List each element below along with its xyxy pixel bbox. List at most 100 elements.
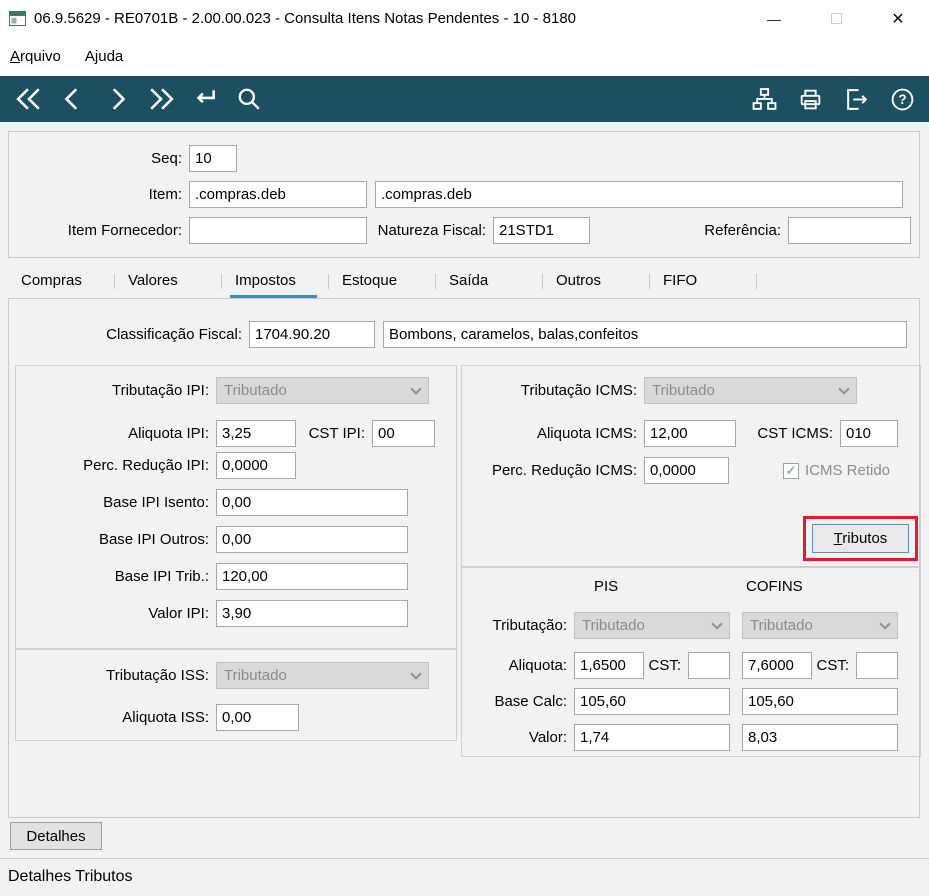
icms-retido-checkbox-wrap: ✓ ICMS Retido: [783, 462, 890, 479]
maximize-button[interactable]: [805, 0, 867, 37]
chevron-down-icon: [879, 618, 891, 630]
pis-base-input[interactable]: [574, 688, 730, 715]
base-calc-label: Base Calc:: [494, 693, 567, 710]
tributacao-icms-label: Tributação ICMS:: [520, 382, 637, 399]
pis-tributacao-dropdown: Tributado: [574, 612, 730, 639]
menu-bar: Arquivo Ajuda: [0, 37, 929, 76]
seq-label: Seq:: [151, 150, 182, 167]
referencia-input[interactable]: [788, 217, 911, 244]
detalhes-button[interactable]: Detalhes: [10, 822, 102, 850]
cst-icms-input[interactable]: [840, 420, 898, 447]
valor-ipi-input[interactable]: [216, 600, 408, 627]
record-header-box: Seq: Item: Item Fornecedor: Natureza Fis…: [8, 131, 920, 258]
annotation-highlight: Tributos: [803, 516, 918, 561]
close-button[interactable]: ✕: [867, 0, 929, 37]
aliquota-iss-input[interactable]: [216, 704, 299, 731]
valor-label: Valor:: [528, 729, 567, 746]
tab-estoque[interactable]: Estoque: [329, 266, 436, 298]
valor-ipi-label: Valor IPI:: [148, 605, 209, 622]
menu-arquivo[interactable]: Arquivo: [0, 38, 73, 76]
cst-ipi-label: CST IPI:: [308, 425, 365, 442]
aliquota-icms-input[interactable]: [644, 420, 736, 447]
cofins-tributacao-dropdown: Tributado: [742, 612, 898, 639]
cst-ipi-input[interactable]: [372, 420, 435, 447]
perc-reducao-icms-input[interactable]: [644, 457, 729, 484]
pis-valor-input[interactable]: [574, 724, 730, 751]
ipi-panel: Tributação IPI: Tributado Aliquota IPI: …: [15, 365, 457, 649]
pis-aliquota-input[interactable]: [574, 652, 644, 679]
pis-cst-label: CST:: [648, 657, 681, 674]
chevron-down-icon: [711, 618, 723, 630]
tab-compras[interactable]: Compras: [8, 266, 115, 298]
item-row: Item:: [9, 181, 919, 208]
seq-input[interactable]: [189, 145, 237, 172]
svg-text:?: ?: [898, 92, 906, 107]
icms-retido-checkbox: ✓: [783, 462, 799, 479]
item-fornecedor-input[interactable]: [189, 217, 367, 244]
pis-cofins-panel: PIS COFINS Tributação: Tributado Tributa…: [461, 567, 921, 757]
chevron-down-icon: [410, 668, 422, 680]
window-title: 06.9.5629 - RE0701B - 2.00.00.023 - Cons…: [34, 10, 577, 27]
tributacao-label: Tributação:: [492, 617, 567, 634]
natureza-fiscal-input[interactable]: [493, 217, 590, 244]
search-icon[interactable]: [234, 84, 264, 114]
natureza-fiscal-label: Natureza Fiscal:: [377, 222, 486, 239]
classificacao-desc-input[interactable]: [383, 321, 907, 348]
aliquota-ipi-input[interactable]: [216, 420, 296, 447]
item-desc-input[interactable]: [375, 181, 903, 208]
last-record-icon[interactable]: [146, 84, 176, 114]
icms-panel: Tributação ICMS: Tributado Aliquota ICMS…: [461, 365, 921, 567]
help-icon[interactable]: ?: [887, 84, 917, 114]
close-icon: ✕: [891, 10, 905, 28]
toolbar-action-group: ?: [749, 84, 929, 114]
aliquota-icms-label: Aliquota ICMS:: [536, 425, 637, 442]
chevron-down-icon: [410, 383, 422, 395]
base-ipi-trib-input[interactable]: [216, 563, 408, 590]
cofins-aliquota-input[interactable]: [742, 652, 812, 679]
cofins-cst-input[interactable]: [856, 652, 898, 679]
tab-impostos[interactable]: Impostos: [222, 266, 329, 298]
menu-ajuda-pre: A: [84, 47, 95, 65]
next-record-icon[interactable]: [102, 84, 132, 114]
toolbar-nav-group: [0, 84, 264, 114]
app-icon: [9, 11, 26, 26]
minimize-button[interactable]: —: [743, 0, 805, 37]
cofins-cst-label: CST:: [816, 657, 849, 674]
fornecedor-row: Item Fornecedor: Natureza Fiscal: Referê…: [9, 217, 919, 244]
iss-panel: Tributação ISS: Tributado Aliquota ISS:: [15, 649, 457, 741]
first-record-icon[interactable]: [14, 84, 44, 114]
tab-strip: Compras Valores Impostos Estoque Saída O…: [8, 266, 920, 298]
cofins-header: COFINS: [746, 578, 803, 595]
impostos-tab-content: Classificação Fiscal: Tributação IPI: Tr…: [8, 298, 921, 818]
classificacao-fiscal-input[interactable]: [249, 321, 375, 348]
aliquota-label: Aliquota:: [508, 657, 567, 674]
item-fornecedor-label: Item Fornecedor:: [67, 222, 182, 239]
tab-saida[interactable]: Saída: [436, 266, 543, 298]
print-icon[interactable]: [795, 84, 825, 114]
hierarchy-icon[interactable]: [749, 84, 779, 114]
base-ipi-isento-input[interactable]: [216, 489, 408, 516]
perc-reducao-icms-label: Perc. Redução ICMS:: [491, 462, 637, 479]
cofins-valor-input[interactable]: [742, 724, 898, 751]
status-text: Detalhes Tributos: [8, 868, 133, 885]
menu-ajuda[interactable]: Ajuda: [73, 38, 135, 76]
base-ipi-trib-label: Base IPI Trib.:: [114, 568, 209, 585]
menu-arquivo-rest: rquivo: [20, 47, 61, 65]
chevron-down-icon: [838, 383, 850, 395]
item-code-input[interactable]: [189, 181, 367, 208]
tab-fifo[interactable]: FIFO: [650, 266, 757, 298]
tab-valores[interactable]: Valores: [115, 266, 222, 298]
aliquota-iss-label: Aliquota ISS:: [122, 709, 209, 726]
cofins-base-input[interactable]: [742, 688, 898, 715]
tab-separator: [756, 274, 757, 289]
go-to-icon[interactable]: [190, 84, 220, 114]
prev-record-icon[interactable]: [58, 84, 88, 114]
tab-outros[interactable]: Outros: [543, 266, 650, 298]
perc-reducao-ipi-input[interactable]: [216, 452, 296, 479]
tributos-button[interactable]: Tributos: [812, 524, 909, 553]
tributacao-ipi-dropdown: Tributado: [216, 377, 429, 404]
base-ipi-outros-input[interactable]: [216, 526, 408, 553]
exit-icon[interactable]: [841, 84, 871, 114]
tributacao-iss-label: Tributação ISS:: [106, 667, 209, 684]
pis-cst-input[interactable]: [688, 652, 730, 679]
